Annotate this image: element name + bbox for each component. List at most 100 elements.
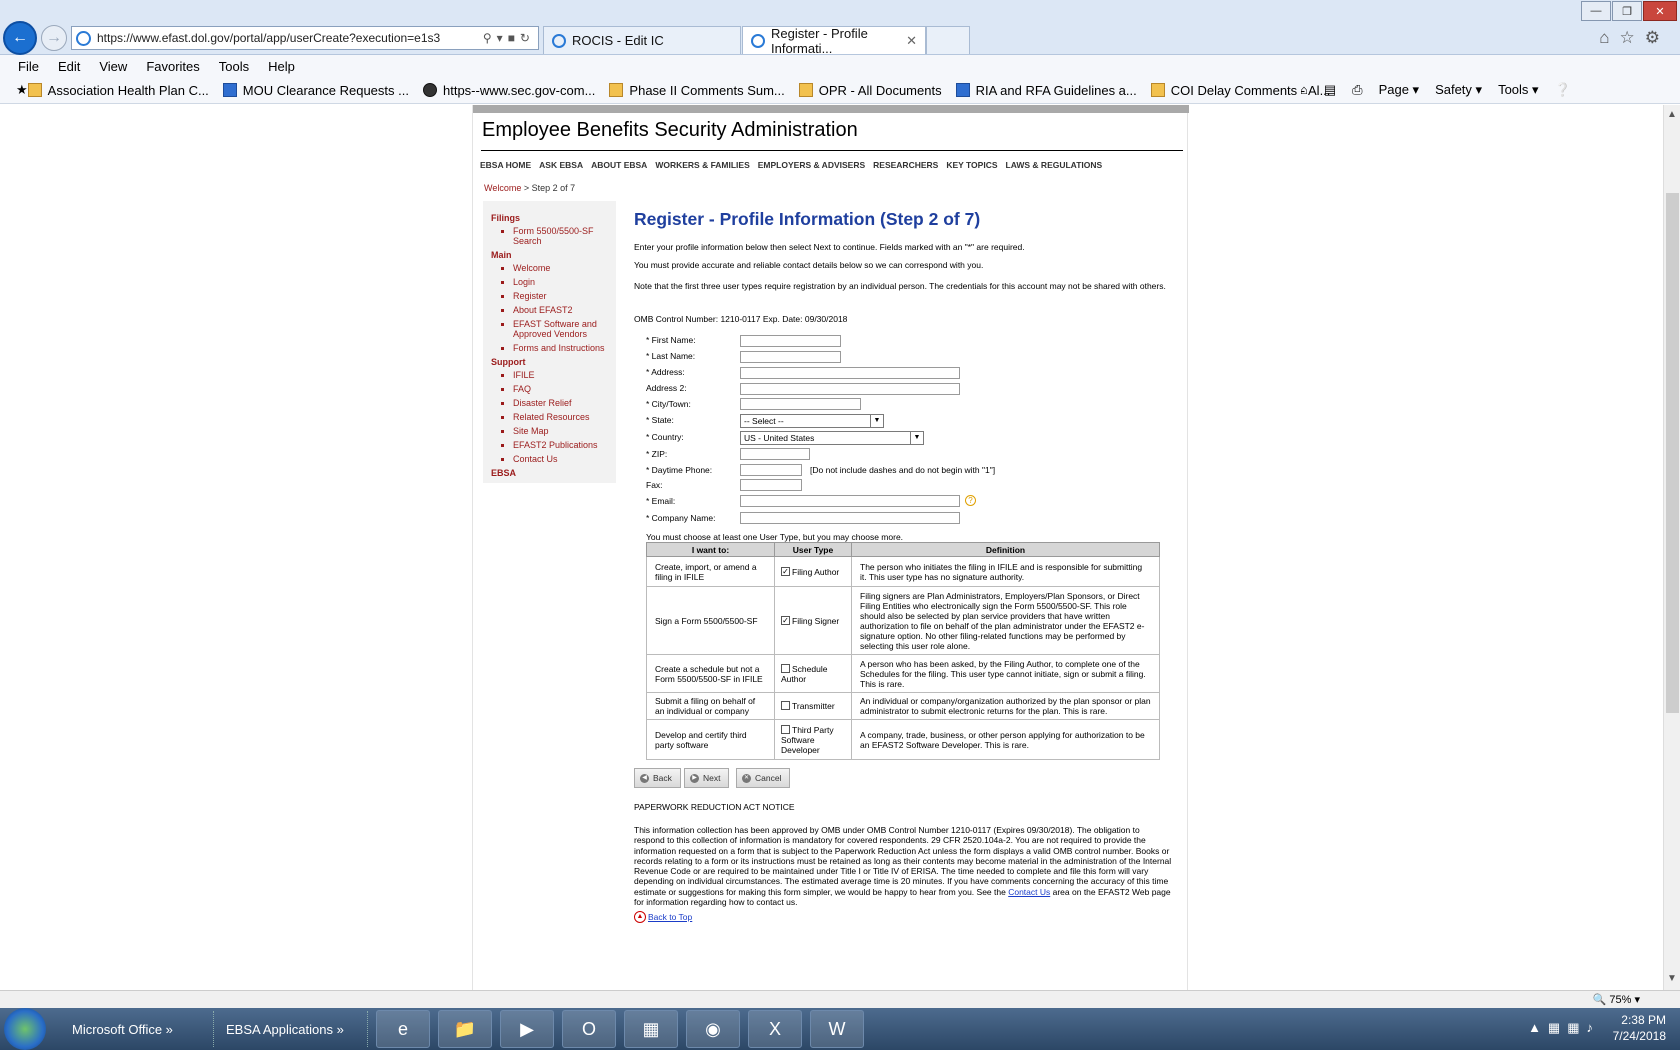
breadcrumb-welcome[interactable]: Welcome <box>484 183 521 193</box>
vertical-scrollbar[interactable]: ▲ ▼ <box>1663 105 1680 990</box>
sidebar-item-about[interactable]: About EFAST2 <box>513 305 616 315</box>
nav-ask-ebsa[interactable]: ASK EBSA <box>539 160 583 170</box>
tab-rocis[interactable]: ROCIS - Edit IC <box>543 26 741 54</box>
excel-taskbar-icon[interactable]: X <box>748 1010 802 1048</box>
clock[interactable]: 2:38 PM 7/24/2018 <box>1613 1012 1666 1044</box>
calculator-taskbar-icon[interactable]: ▦ <box>624 1010 678 1048</box>
back-to-top[interactable]: ▲ Back to Top <box>634 911 692 923</box>
sidebar-item-faq[interactable]: FAQ <box>513 384 616 394</box>
filing-author-checkbox[interactable]: ✓ <box>781 566 790 576</box>
menu-view[interactable]: View <box>99 59 127 74</box>
zoom-level[interactable]: 🔍 75% ▾ <box>1593 993 1640 1006</box>
ie-taskbar-icon[interactable]: e <box>376 1010 430 1048</box>
nav-workers-families[interactable]: WORKERS & FAMILIES <box>655 160 749 170</box>
company-input[interactable] <box>740 512 960 524</box>
home-star-gear-icons[interactable]: ⌂☆⚙ <box>1599 28 1670 48</box>
type-cell[interactable]: Transmitter <box>774 692 852 720</box>
tab-register[interactable]: Register - Profile Informati... ✕ <box>742 26 926 56</box>
nav-researchers[interactable]: RESEARCHERS <box>873 160 938 170</box>
minimize-icon[interactable]: — <box>1581 1 1611 21</box>
address2-input[interactable] <box>740 383 960 395</box>
favorite-item[interactable]: https--www.sec.gov-com... <box>422 83 595 98</box>
favorite-item[interactable]: Phase II Comments Sum... <box>609 83 785 98</box>
sidebar-item-login[interactable]: Login <box>513 277 616 287</box>
zip-input[interactable] <box>740 448 810 460</box>
nav-employers-advisers[interactable]: EMPLOYERS & ADVISERS <box>758 160 865 170</box>
contact-us-link[interactable]: Contact Us <box>1008 887 1050 897</box>
favorite-item[interactable]: MOU Clearance Requests ... <box>222 83 409 98</box>
first-name-input[interactable] <box>740 335 841 347</box>
type-cell[interactable]: Schedule Author <box>774 654 852 693</box>
email-input[interactable] <box>740 495 960 507</box>
media-taskbar-icon[interactable]: ▶ <box>500 1010 554 1048</box>
sidebar-item-ifile[interactable]: IFILE <box>513 370 616 380</box>
nav-key-topics[interactable]: KEY TOPICS <box>946 160 997 170</box>
menu-help[interactable]: Help <box>268 59 295 74</box>
feeds-icon[interactable]: ▤ <box>1324 82 1336 98</box>
start-button[interactable] <box>4 1008 46 1050</box>
sidebar-item-publications[interactable]: EFAST2 Publications <box>513 440 616 450</box>
safety-menu[interactable]: Safety ▾ <box>1435 82 1482 98</box>
print-icon[interactable]: ⎙ <box>1352 82 1362 98</box>
address-bar[interactable]: https://www.efast.dol.gov/portal/app/use… <box>71 26 539 50</box>
menu-tools[interactable]: Tools <box>219 59 249 74</box>
outlook-taskbar-icon[interactable]: O <box>562 1010 616 1048</box>
explorer-taskbar-icon[interactable]: 📁 <box>438 1010 492 1048</box>
favorite-item[interactable]: RIA and RFA Guidelines a... <box>955 83 1137 98</box>
cancel-button[interactable]: ✕ Cancel <box>736 768 791 788</box>
scroll-down-icon[interactable]: ▼ <box>1667 973 1677 984</box>
schedule-author-checkbox[interactable] <box>781 663 790 673</box>
nav-ebsa-home[interactable]: EBSA HOME <box>480 160 531 170</box>
sidebar-item-resources[interactable]: Related Resources <box>513 412 616 422</box>
filing-signer-checkbox[interactable]: ✓ <box>781 615 790 625</box>
phone-input[interactable] <box>740 464 802 476</box>
next-button[interactable]: ▶ Next <box>684 768 730 788</box>
back-arrow-icon[interactable]: ← <box>3 21 37 55</box>
back-button[interactable]: ◀ Back <box>634 768 681 788</box>
forward-arrow-icon[interactable]: → <box>41 25 67 51</box>
last-name-input[interactable] <box>740 351 841 363</box>
city-input[interactable] <box>740 398 861 410</box>
sidebar-item-sitemap[interactable]: Site Map <box>513 426 616 436</box>
favorite-item[interactable]: OPR - All Documents <box>798 83 942 98</box>
nav-laws-regulations[interactable]: LAWS & REGULATIONS <box>1006 160 1103 170</box>
close-window-icon[interactable]: ✕ <box>1643 1 1677 21</box>
restore-icon[interactable]: ❐ <box>1612 1 1642 21</box>
sidebar-item-software[interactable]: EFAST Software and Approved Vendors <box>513 319 616 339</box>
new-tab-button[interactable] <box>926 26 970 54</box>
sidebar-item-contact[interactable]: Contact Us <box>513 454 616 464</box>
menu-edit[interactable]: Edit <box>58 59 80 74</box>
help-icon[interactable]: ? <box>965 495 976 506</box>
tools-menu[interactable]: Tools ▾ <box>1498 82 1539 98</box>
address-text[interactable]: https://www.efast.dol.gov/portal/app/use… <box>97 31 483 45</box>
home-icon[interactable]: ⌂ <box>1300 82 1308 98</box>
system-tray-icons[interactable]: ▲▦▦♪ <box>1528 1020 1600 1036</box>
country-select[interactable]: US - United States ▼ <box>740 431 924 445</box>
type-cell[interactable]: ✓ Filing Signer <box>774 586 852 655</box>
scroll-thumb[interactable] <box>1666 193 1679 713</box>
type-cell[interactable]: Third Party Software Developer <box>774 719 852 760</box>
sidebar-item-forms[interactable]: Forms and Instructions <box>513 343 616 353</box>
favorite-item[interactable]: Association Health Plan C... <box>27 83 209 98</box>
word-taskbar-icon[interactable]: W <box>810 1010 864 1048</box>
state-select[interactable]: -- Select -- ▼ <box>740 414 884 428</box>
taskbar-group-office[interactable]: Microsoft Office » <box>64 1011 214 1047</box>
address-tools-icons[interactable]: ⚲▾■↻ <box>483 31 538 45</box>
menu-file[interactable]: File <box>18 59 39 74</box>
sidebar-heading-ebsa[interactable]: EBSA <box>491 468 616 478</box>
software-developer-checkbox[interactable] <box>781 724 790 734</box>
transmitter-checkbox[interactable] <box>781 701 790 710</box>
sidebar-item-welcome[interactable]: Welcome <box>513 263 616 273</box>
chrome-taskbar-icon[interactable]: ◉ <box>686 1010 740 1048</box>
sidebar-item-disaster[interactable]: Disaster Relief <box>513 398 616 408</box>
close-tab-icon[interactable]: ✕ <box>906 33 917 49</box>
menu-favorites[interactable]: Favorites <box>146 59 199 74</box>
fax-input[interactable] <box>740 479 802 491</box>
page-menu[interactable]: Page ▾ <box>1379 82 1420 98</box>
sidebar-item-form-search[interactable]: Form 5500/5500-SF Search <box>513 226 616 246</box>
favorites-star-icon[interactable]: ★ <box>16 82 28 98</box>
help-icon[interactable]: ❔ <box>1555 82 1571 98</box>
taskbar-group-ebsa[interactable]: EBSA Applications » <box>218 1011 368 1047</box>
nav-about-ebsa[interactable]: ABOUT EBSA <box>591 160 647 170</box>
scroll-up-icon[interactable]: ▲ <box>1667 109 1677 120</box>
